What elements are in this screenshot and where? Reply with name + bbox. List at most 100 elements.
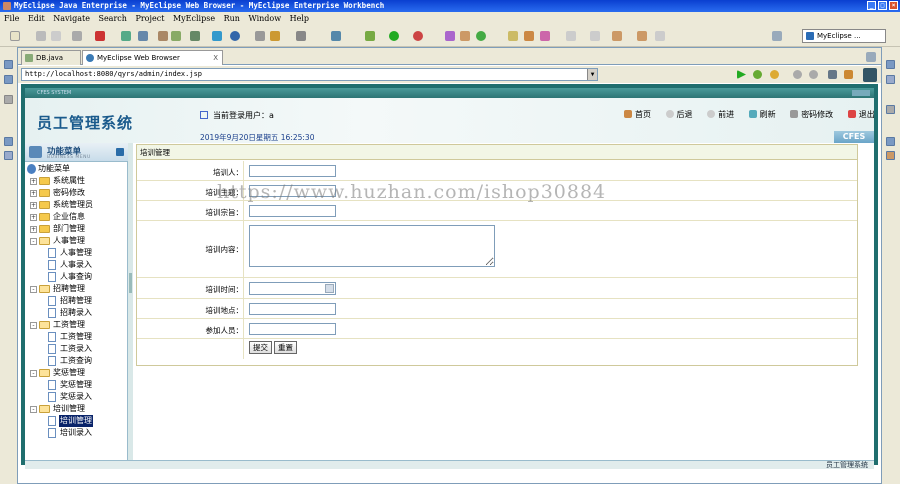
web-page-frame: CFES SYSTEM 员工管理系统 当前登录用户：a 2019年9月20日星期… bbox=[21, 84, 881, 469]
menu-window[interactable]: Window bbox=[248, 14, 281, 23]
browser-icon[interactable] bbox=[212, 31, 222, 41]
new-package-icon[interactable] bbox=[460, 31, 470, 41]
task-icon[interactable] bbox=[524, 31, 534, 41]
annotation-icon[interactable] bbox=[566, 31, 576, 41]
expand-toggle-icon[interactable]: - bbox=[30, 238, 37, 245]
close-window-button[interactable]: × bbox=[889, 1, 898, 10]
sidebar: 功能菜单 BUSINESS MENU 功能菜单 + 系统属性 + 密码修改 + 系统管理员 +… bbox=[25, 143, 128, 460]
edit-icon[interactable] bbox=[540, 31, 550, 41]
ext-tools-icon[interactable] bbox=[331, 31, 341, 41]
perspective-switcher[interactable]: MyEclipse ... bbox=[802, 29, 886, 43]
form-actions: 提交 重置 bbox=[137, 339, 857, 359]
browser-forward-icon[interactable] bbox=[809, 70, 818, 79]
purpose-input[interactable] bbox=[249, 205, 336, 217]
tab-db-java[interactable]: DB.java bbox=[21, 50, 81, 65]
url-input[interactable]: http://localhost:8080/qyrs/admin/index.j… bbox=[21, 68, 598, 81]
open-type-icon[interactable] bbox=[255, 31, 265, 41]
minimized-view-icon[interactable] bbox=[4, 95, 13, 104]
nav-logout[interactable]: 退出 bbox=[847, 110, 881, 119]
expand-toggle-icon[interactable]: + bbox=[30, 214, 37, 221]
tree-leaf-label: 奖惩录入 bbox=[60, 392, 92, 401]
debug-icon[interactable] bbox=[365, 31, 375, 41]
db-icon[interactable] bbox=[158, 31, 168, 41]
run-ext-icon[interactable] bbox=[413, 31, 423, 41]
new-file-icon[interactable] bbox=[10, 31, 20, 41]
go-icon[interactable] bbox=[737, 70, 746, 79]
menu-project[interactable]: Project bbox=[135, 14, 164, 23]
expand-toggle-icon[interactable]: + bbox=[30, 202, 37, 209]
nav-change-password[interactable]: 密码修改 bbox=[790, 110, 839, 119]
browser-back-icon[interactable] bbox=[793, 70, 802, 79]
menu-navigate[interactable]: Navigate bbox=[53, 14, 90, 23]
stop-icon[interactable] bbox=[828, 70, 837, 79]
restore-right-view-icon[interactable] bbox=[886, 60, 895, 69]
settings-gear-icon[interactable] bbox=[753, 70, 762, 79]
nav-home[interactable]: 首页 bbox=[624, 110, 657, 119]
package-explorer-icon[interactable] bbox=[4, 75, 13, 84]
db-browser-icon[interactable] bbox=[4, 151, 13, 160]
tab-web-browser[interactable]: MyEclipse Web Browser X bbox=[82, 50, 223, 65]
print-icon[interactable] bbox=[72, 31, 82, 41]
participants-input[interactable] bbox=[249, 323, 336, 335]
expand-toggle-icon[interactable]: - bbox=[30, 406, 37, 413]
splitter-grip-icon[interactable] bbox=[129, 273, 132, 293]
maximize-editor-icon[interactable] bbox=[866, 52, 876, 62]
nav-refresh[interactable]: 刷新 bbox=[748, 110, 782, 119]
menu-help[interactable]: Help bbox=[290, 14, 309, 23]
collapse-sidebar-icon[interactable] bbox=[116, 148, 124, 156]
tools-icon[interactable] bbox=[190, 31, 200, 41]
open-perspective-icon[interactable] bbox=[772, 31, 782, 41]
submit-button[interactable]: 提交 bbox=[249, 341, 272, 354]
server-icon[interactable] bbox=[121, 31, 131, 41]
url-dropdown-icon[interactable]: ▼ bbox=[587, 69, 597, 80]
expand-toggle-icon[interactable]: + bbox=[30, 178, 37, 185]
expand-toggle-icon[interactable]: + bbox=[30, 190, 37, 197]
web-tools-icon[interactable] bbox=[863, 68, 877, 82]
menu-file[interactable]: File bbox=[4, 14, 19, 23]
maximize-button[interactable]: □ bbox=[878, 1, 887, 10]
deploy-icon[interactable] bbox=[95, 31, 105, 41]
globe-icon[interactable] bbox=[230, 31, 240, 41]
restore-bottom-view-icon[interactable] bbox=[886, 137, 895, 146]
debug-server-icon[interactable] bbox=[138, 31, 148, 41]
trainer-input[interactable] bbox=[249, 165, 336, 177]
forward-history-icon[interactable] bbox=[655, 31, 665, 41]
open-resource-icon[interactable] bbox=[270, 31, 280, 41]
reset-button[interactable]: 重置 bbox=[274, 341, 297, 354]
favorites-icon[interactable] bbox=[770, 70, 779, 79]
uml-icon[interactable] bbox=[171, 31, 181, 41]
menu-search[interactable]: Search bbox=[98, 14, 126, 23]
restore-view-icon[interactable] bbox=[4, 60, 13, 69]
location-input[interactable] bbox=[249, 303, 336, 315]
save-icon[interactable] bbox=[36, 31, 46, 41]
back-icon[interactable] bbox=[612, 31, 622, 41]
menu-myeclipse[interactable]: MyEclipse bbox=[173, 14, 215, 23]
expand-toggle-icon[interactable]: - bbox=[30, 286, 37, 293]
frame-controls-icon[interactable] bbox=[852, 90, 870, 96]
console-icon[interactable] bbox=[296, 31, 306, 41]
properties-view-icon[interactable] bbox=[886, 105, 895, 114]
content-textarea[interactable] bbox=[249, 225, 495, 267]
date-input[interactable] bbox=[249, 282, 336, 295]
tab-close-icon[interactable]: X bbox=[213, 51, 218, 65]
next-annotation-icon[interactable] bbox=[590, 31, 600, 41]
problems-view-icon[interactable] bbox=[886, 151, 895, 160]
calendar-icon[interactable] bbox=[325, 284, 334, 293]
menu-run[interactable]: Run bbox=[224, 14, 240, 23]
nav-forward[interactable]: 前进 bbox=[707, 110, 740, 119]
expand-toggle-icon[interactable]: + bbox=[30, 226, 37, 233]
expand-toggle-icon[interactable]: - bbox=[30, 322, 37, 329]
minimize-button[interactable]: _ bbox=[867, 1, 876, 10]
outline-view-icon[interactable] bbox=[886, 75, 895, 84]
forward-icon[interactable] bbox=[637, 31, 647, 41]
save-all-icon[interactable] bbox=[51, 31, 61, 41]
outline-restore-icon[interactable] bbox=[4, 137, 13, 146]
menu-edit[interactable]: Edit bbox=[28, 14, 45, 23]
new-class-icon[interactable] bbox=[445, 31, 455, 41]
nav-back[interactable]: 后退 bbox=[665, 110, 699, 119]
run-icon[interactable] bbox=[389, 31, 399, 41]
open-folder-icon[interactable] bbox=[508, 31, 518, 41]
new-project-icon[interactable] bbox=[476, 31, 486, 41]
refresh-icon[interactable] bbox=[844, 70, 853, 79]
expand-toggle-icon[interactable]: - bbox=[30, 370, 37, 377]
